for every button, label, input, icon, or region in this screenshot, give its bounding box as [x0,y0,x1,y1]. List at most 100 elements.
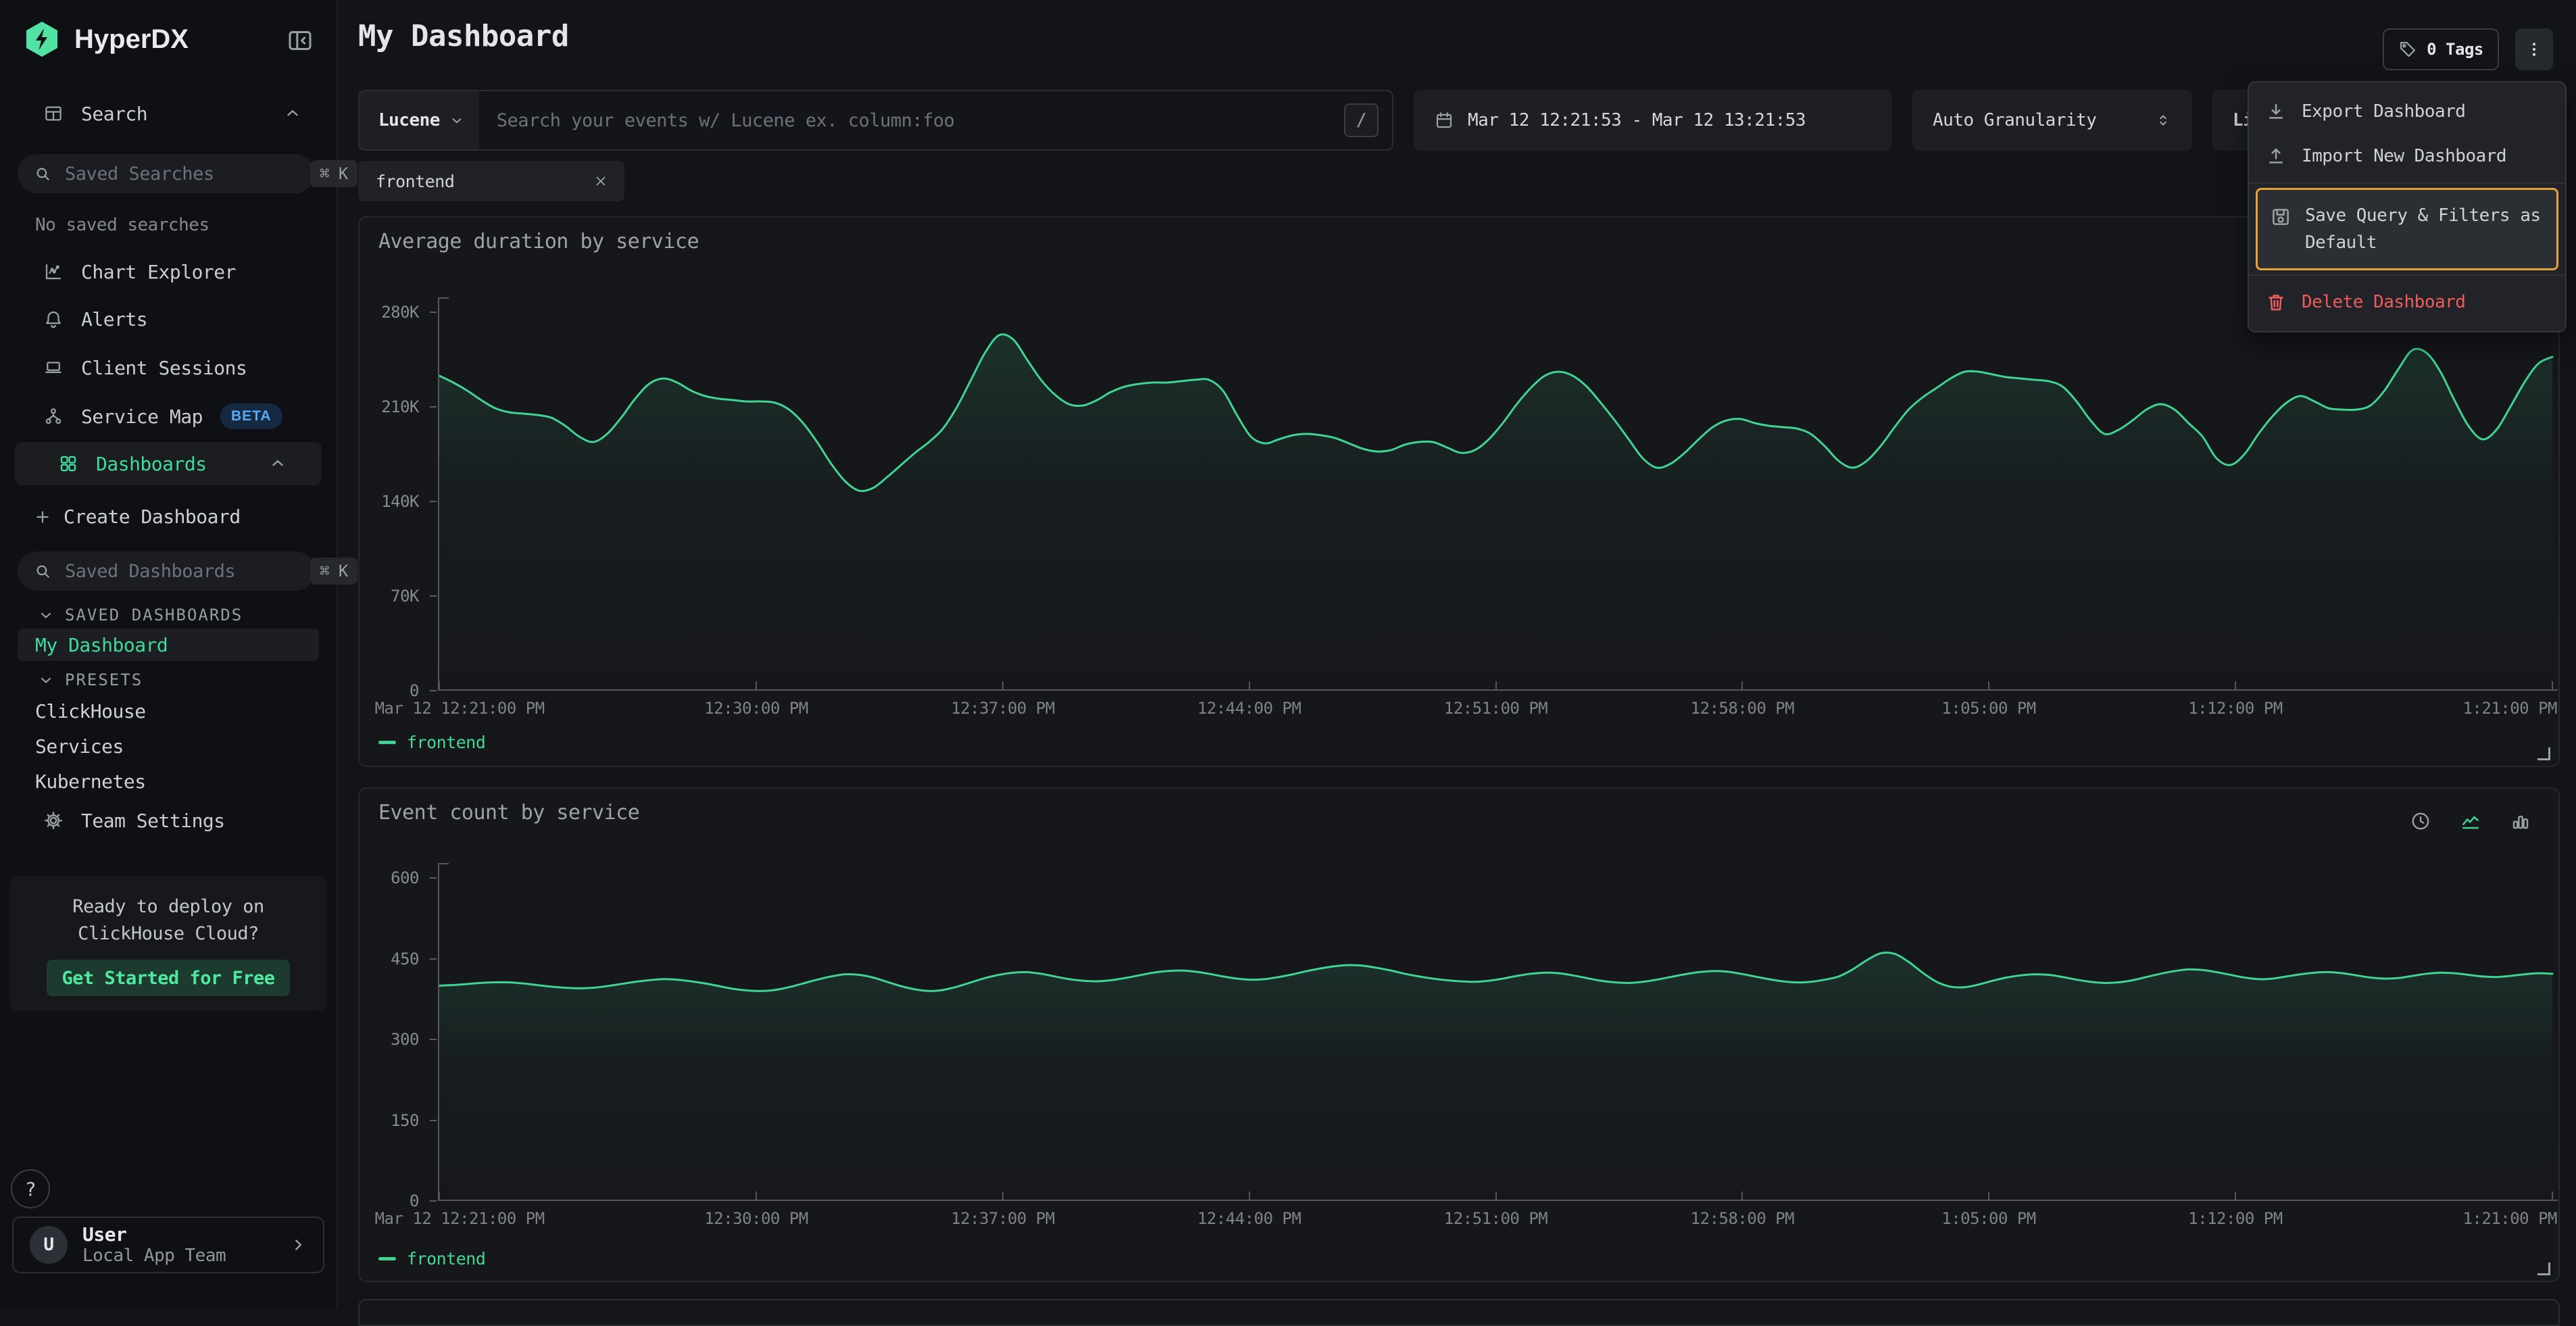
x-axis-tick-label: 12:58:00 PM [1691,699,1794,718]
x-axis-tick [1495,681,1497,691]
close-icon[interactable] [593,174,608,189]
x-axis: Mar 12 12:21:00 PM12:30:00 PM12:37:00 PM… [439,693,2552,718]
panel-resize-handle[interactable] [2537,1262,2550,1275]
service-map-icon [43,406,64,426]
menu-item-save-query-filters-default[interactable]: Save Query & Filters as Default [2256,188,2558,270]
user-name: User [82,1224,226,1246]
sidebar-item-label: Search [81,103,147,125]
section-presets[interactable]: PRESETS [38,670,143,689]
chart-legend: frontend [378,733,485,752]
next-chart-panel-edge [358,1299,2560,1326]
beta-badge: BETA [220,403,282,429]
x-axis-tick-label: 12:44:00 PM [1197,699,1301,718]
user-menu[interactable]: U User Local App Team [12,1217,324,1273]
clickhouse-cloud-promo: Ready to deploy on ClickHouse Cloud? Get… [9,876,327,1011]
filter-bar: Lucene / Mar 12 12:21:53 - Mar 12 13:21:… [358,90,2327,151]
menu-item-import-dashboard[interactable]: Import New Dashboard [2249,134,2565,178]
line-chart [439,878,2552,1201]
create-dashboard-button[interactable]: Create Dashboard [34,506,241,528]
chart-title: Event count by service [378,801,639,825]
x-axis-tick-label: 12:37:00 PM [951,699,1054,718]
hyperdx-logo-icon [24,20,59,58]
menu-item-label: Export Dashboard [2302,101,2465,122]
saved-searches-input[interactable]: ⌘ K [18,154,315,193]
menu-divider [2249,274,2565,276]
preset-label: Kubernetes [35,770,146,793]
y-axis-tick-label: 0 [360,681,419,700]
bar-chart-toggle-icon[interactable] [2510,810,2531,832]
trash-icon [2265,291,2287,313]
x-axis-tick-label: 1:05:00 PM [1941,1209,2036,1228]
granularity-select[interactable]: Auto Granularity [1912,90,2192,151]
sidebar-item-label: Service Map [81,406,203,428]
x-axis-tick [439,681,440,691]
chart-plot-area[interactable] [439,312,2552,691]
x-axis-tick [439,1192,440,1201]
x-axis-tick-label: 12:44:00 PM [1197,1209,1301,1228]
tags-label: 0 Tags [2427,40,2483,59]
user-info: User Local App Team [82,1224,226,1266]
y-axis-tick-label: 300 [360,1030,419,1049]
help-button[interactable]: ? [11,1169,50,1208]
y-axis-tick-label: 280K [360,303,419,322]
line-chart-toggle-icon[interactable] [2460,810,2481,832]
section-saved-dashboards[interactable]: SAVED DASHBOARDS [38,606,243,624]
x-axis-tick-label: 12:51:00 PM [1444,699,1547,718]
sidebar-item-label: Dashboards [96,453,207,475]
chevron-up-icon [269,455,287,472]
sidebar-item-dashboards[interactable]: Dashboards [15,442,322,485]
preset-label: ClickHouse [35,700,146,722]
panel-resize-handle[interactable] [2537,747,2550,760]
sidebar-item-client-sessions[interactable]: Client Sessions [0,349,337,387]
y-axis-tick [430,958,437,960]
chart-plot-area[interactable] [439,878,2552,1201]
sidebar-item-search[interactable]: Search [0,95,337,132]
saved-searches-field[interactable] [64,163,298,185]
sidebar-item-chart-explorer[interactable]: Chart Explorer [0,253,337,291]
bell-icon [43,309,64,329]
sidebar-collapse-icon[interactable] [287,27,314,54]
y-axis-tick-label: 0 [360,1192,419,1210]
sidebar-item-clickhouse[interactable]: ClickHouse [35,700,146,722]
x-axis-tick [2552,1192,2553,1201]
y-axis-tick [430,312,437,313]
event-search-input[interactable] [479,110,1344,131]
app-logo[interactable]: HyperDX [24,20,189,58]
legend-label: frontend [407,733,485,752]
menu-item-delete-dashboard[interactable]: Delete Dashboard [2249,280,2565,324]
download-icon [2265,101,2287,122]
menu-item-label: Save Query & Filters as Default [2305,202,2544,256]
x-axis-tick [2552,681,2553,691]
filter-chip-frontend[interactable]: frontend [358,161,624,201]
sidebar-item-kubernetes[interactable]: Kubernetes [35,770,146,793]
chart-explorer-icon [43,262,64,282]
menu-item-export-dashboard[interactable]: Export Dashboard [2249,89,2565,134]
y-axis-tick [430,690,437,691]
legend-label: frontend [407,1249,485,1269]
sidebar-item-service-map[interactable]: Service Map BETA [0,397,337,435]
saved-dashboards-field[interactable] [64,560,298,583]
query-language-select[interactable]: Lucene [360,91,479,149]
save-icon [2270,206,2292,228]
get-started-button[interactable]: Get Started for Free [47,960,290,996]
x-axis-tick-label: 12:30:00 PM [704,699,808,718]
x-axis-tick [756,681,757,691]
create-dashboard-label: Create Dashboard [64,506,241,528]
line-chart [439,312,2552,691]
tags-button[interactable]: 0 Tags [2383,28,2499,70]
dashboard-link-label: My Dashboard [35,634,168,656]
chevron-up-icon [284,105,301,122]
dashboard-menu-button[interactable] [2515,28,2553,70]
sidebar-item-services[interactable]: Services [35,735,124,758]
y-axis-cap [438,297,449,299]
sidebar-item-alerts[interactable]: Alerts [0,300,337,338]
preset-label: Services [35,735,124,758]
sidebar-item-my-dashboard[interactable]: My Dashboard [18,629,319,661]
y-axis-tick-label: 140K [360,492,419,511]
main-content: My Dashboard 0 Tags Lucene / Mar 12 12:2… [337,0,2576,1308]
date-range-picker[interactable]: Mar 12 12:21:53 - Mar 12 13:21:53 [1414,90,1892,151]
search-icon [34,562,51,580]
saved-dashboards-input[interactable]: ⌘ K [18,551,315,591]
time-range-icon[interactable] [2410,810,2431,832]
sidebar-item-team-settings[interactable]: Team Settings [0,802,337,839]
